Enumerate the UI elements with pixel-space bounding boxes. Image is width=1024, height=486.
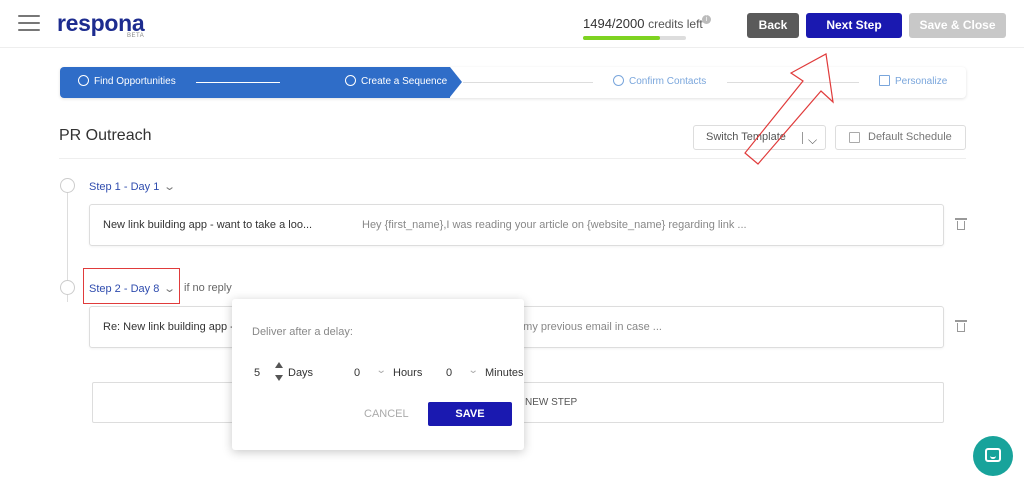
credits-progress-bar	[583, 36, 686, 40]
hours-label: Hours	[393, 367, 423, 379]
info-icon[interactable]: i	[702, 15, 711, 24]
chevron-down-icon: ⌵	[808, 133, 818, 147]
days-label: Days	[288, 367, 314, 379]
credits-suffix: credits left	[648, 17, 703, 31]
days-stepper[interactable]	[275, 362, 284, 384]
popup-title: Deliver after a delay:	[252, 326, 353, 338]
minutes-label: Minutes	[485, 367, 524, 379]
days-input[interactable]: 5	[254, 367, 260, 379]
user-circle-icon	[613, 75, 624, 86]
step-1-toggle[interactable]: Step 1 - Day 1 ⌄	[89, 180, 177, 193]
step-create-sequence[interactable]: Create a Sequence	[345, 75, 447, 87]
step-confirm-contacts[interactable]: Confirm Contacts	[613, 75, 706, 87]
arrow-up-icon[interactable]	[275, 362, 283, 368]
step-personalize[interactable]: Personalize	[879, 75, 947, 87]
email-preview: Hey {first_name},I was reading your arti…	[362, 219, 747, 231]
email-subject: Re: New link building app -	[103, 321, 234, 333]
edit-icon	[879, 75, 890, 86]
arrow-down-icon[interactable]	[275, 375, 283, 381]
chat-support-button[interactable]	[973, 436, 1013, 476]
save-close-button[interactable]: Save & Close	[909, 13, 1006, 38]
trash-icon[interactable]	[955, 218, 967, 230]
calendar-icon	[849, 132, 860, 143]
chat-icon	[985, 448, 1001, 462]
delay-popup: Deliver after a delay: 5 Days 0 ⌄ Hours …	[232, 299, 524, 450]
cancel-button[interactable]: CANCEL	[364, 408, 409, 420]
default-schedule-button[interactable]: Default Schedule	[835, 125, 966, 150]
menu-icon[interactable]	[18, 15, 40, 31]
wizard-stepper: Find Opportunities Create a Sequence Con…	[60, 67, 966, 98]
step-2-condition: if no reply	[184, 282, 232, 294]
email-subject: New link building app - want to take a l…	[103, 219, 313, 231]
annotation-highlight-box	[83, 268, 180, 304]
chevron-down-icon[interactable]: ⌄	[376, 365, 387, 376]
credits-text: 1494/2000 credits left	[583, 16, 703, 31]
minutes-select[interactable]: 0	[446, 367, 452, 379]
step-2-marker	[60, 280, 75, 295]
step-find-opportunities[interactable]: Find Opportunities	[78, 75, 176, 87]
credits-value: 1494/2000	[583, 16, 645, 31]
step-1-marker	[60, 178, 75, 193]
next-step-button[interactable]: Next Step	[806, 13, 902, 38]
top-bar: respona BETA 1494/2000 credits left i Ba…	[0, 0, 1024, 48]
refresh-icon	[345, 75, 356, 86]
hours-select[interactable]: 0	[354, 367, 360, 379]
chevron-down-icon[interactable]: ⌄	[468, 365, 479, 376]
search-icon	[78, 75, 89, 86]
back-button[interactable]: Back	[747, 13, 799, 38]
save-button[interactable]: SAVE	[428, 402, 512, 426]
email-step-1-card[interactable]: New link building app - want to take a l…	[89, 204, 944, 246]
page-title: PR Outreach	[59, 127, 152, 144]
beta-badge: BETA	[127, 33, 145, 39]
credits-progress-fill	[583, 36, 660, 40]
trash-icon[interactable]	[955, 320, 967, 332]
logo[interactable]: respona BETA	[57, 10, 145, 39]
switch-template-dropdown[interactable]: Switch Template ⌵	[693, 125, 826, 150]
email-preview: e my previous email in case ...	[514, 321, 662, 333]
chevron-down-icon: ⌄	[163, 181, 177, 193]
